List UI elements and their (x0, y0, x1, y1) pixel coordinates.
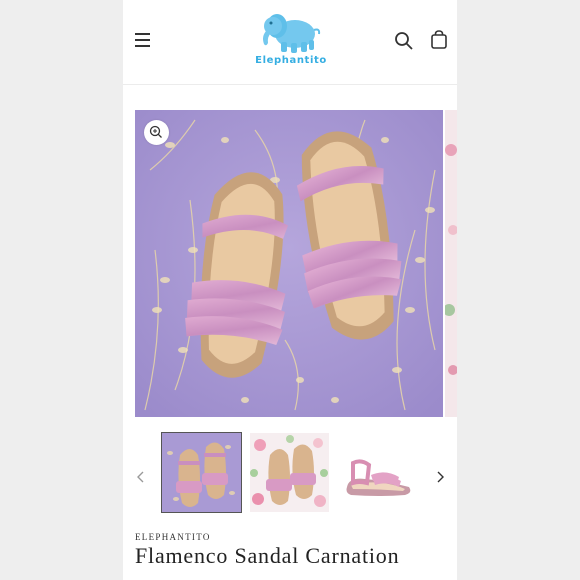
chevron-right-icon[interactable] (432, 469, 448, 485)
search-icon[interactable] (393, 30, 415, 52)
menu-icon[interactable] (133, 30, 153, 48)
product-vendor: ELEPHANTITO (135, 532, 211, 542)
thumbnail-2[interactable] (250, 433, 329, 512)
main-product-image[interactable] (135, 110, 443, 417)
site-header: Elephantito (123, 0, 457, 85)
elephant-logo-icon (263, 14, 321, 53)
thumbnail-3[interactable] (339, 433, 418, 512)
next-image-peek[interactable] (445, 110, 457, 417)
phone-screen: Elephantito ELEPHANTITO Flamenco Sandal … (123, 0, 457, 580)
thumbnail-1[interactable] (161, 432, 242, 513)
sandals-photo (135, 110, 443, 417)
chevron-left-icon[interactable] (133, 469, 149, 485)
product-title: Flamenco Sandal Carnation (135, 543, 400, 568)
brand-logo[interactable]: Elephantito (251, 8, 331, 72)
logo-text: Elephantito (255, 55, 327, 66)
zoom-icon[interactable] (144, 120, 169, 145)
cart-icon[interactable] (428, 29, 450, 51)
thumbnail-carousel (123, 430, 457, 516)
